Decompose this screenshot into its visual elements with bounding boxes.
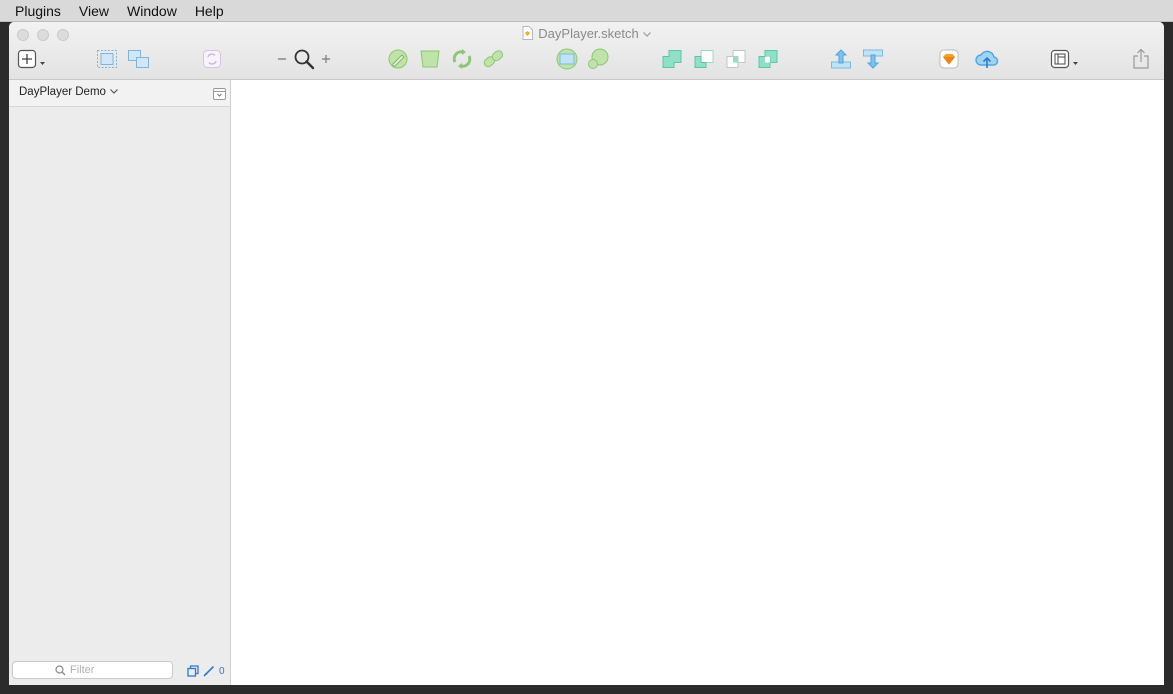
page-selector[interactable]: DayPlayer Demo [9,80,230,107]
menu-view[interactable]: View [70,0,118,22]
menu-window[interactable]: Window [118,0,186,22]
zoom-in-button[interactable] [320,47,332,71]
scale-button[interactable] [587,47,611,71]
scale-icon [588,48,609,69]
filter-input[interactable] [66,664,130,676]
layers-sidebar: DayPlayer Demo 0 [9,80,231,685]
slice-count: 0 [219,665,225,677]
menu-bar: Plugins View Window Help [0,0,1173,22]
zoom-in-icon [322,55,330,63]
transform-icon [420,50,440,68]
cloud-icon [975,50,999,68]
zoom-out-button[interactable] [276,47,288,71]
mask-button[interactable] [555,47,579,71]
slices-filter-icon[interactable] [203,665,215,677]
chevron-down-icon [110,89,118,94]
forward-button[interactable] [829,47,853,71]
canvas[interactable] [231,80,1164,685]
subtract-icon [694,50,714,68]
sketch-cloud-button[interactable] [938,47,960,71]
mask-icon [556,48,578,70]
view-menu-button[interactable] [1050,47,1084,71]
forward-icon [831,49,851,69]
zoom-button[interactable] [293,47,315,71]
group-button[interactable] [95,47,119,71]
intersect-icon [726,50,746,68]
zoom-icon [294,49,315,70]
insert-icon [17,49,45,69]
subtract-button[interactable] [692,47,716,71]
title-bar: DayPlayer.sketch [9,22,1164,80]
edit-button[interactable] [387,47,409,71]
insert-button[interactable] [17,47,51,71]
backward-button[interactable] [861,47,885,71]
search-icon [55,664,66,675]
create-symbol-icon [203,50,221,68]
page-title[interactable]: DayPlayer Demo [19,86,106,98]
transform-button[interactable] [419,47,441,71]
collapse-pages-icon[interactable] [213,88,226,100]
backward-icon [863,49,883,69]
export-icon [1133,48,1149,69]
create-symbol-button[interactable] [201,47,223,71]
zoom-out-icon [278,58,286,60]
menu-help[interactable]: Help [186,0,233,22]
union-icon [662,50,682,68]
symbols-filter-icon[interactable] [187,665,199,677]
ungroup-button[interactable] [127,47,151,71]
rotate-button[interactable] [450,47,474,71]
export-button[interactable] [1131,47,1151,71]
union-button[interactable] [660,47,684,71]
chevron-down-icon [642,32,651,37]
flatten-button[interactable] [482,47,506,71]
rotate-icon [452,49,472,69]
filter-field[interactable] [12,661,173,679]
window-title-area[interactable]: DayPlayer.sketch [9,26,1164,42]
sketch-document-icon [522,26,534,40]
view-icon [1050,49,1078,69]
ungroup-icon [128,50,149,68]
flatten-icon [483,50,504,68]
layer-filter-toggles: 0 [187,665,225,677]
edit-icon [388,49,408,69]
window-title: DayPlayer.sketch [538,26,639,41]
intersect-button[interactable] [724,47,748,71]
difference-icon [758,50,778,68]
menu-plugins[interactable]: Plugins [0,0,70,22]
app-window: DayPlayer.sketch DayPlayer Demo Filter 0 [9,22,1164,685]
cloud-upload-button[interactable] [973,47,1001,71]
sketch-icon [939,49,959,69]
difference-button[interactable] [756,47,780,71]
group-icon [97,50,117,68]
